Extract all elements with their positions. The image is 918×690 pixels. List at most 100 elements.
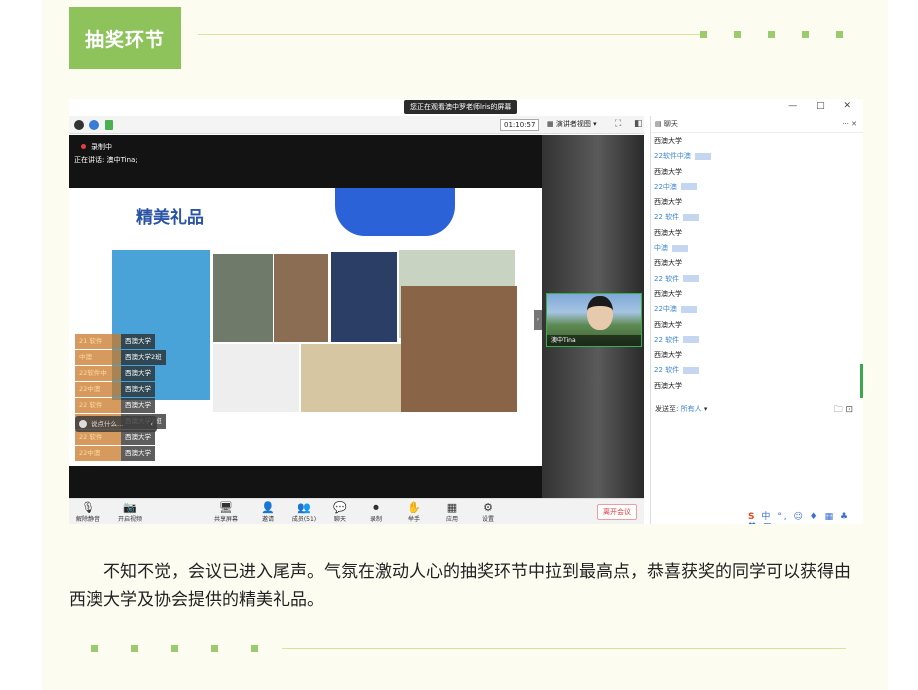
sidebar-toggle-icon[interactable]: ◧ <box>634 119 643 129</box>
overlay-chat-sender: 22软件中 <box>75 366 121 381</box>
speaker-view-dropdown[interactable]: ▦ 演讲者视图 ▾ <box>547 119 597 129</box>
overlay-chat-sender: 22 软件 <box>75 398 121 413</box>
chat-message-text: 西澳大学 <box>654 228 682 237</box>
overlay-chat-row: 22 软件 西澳大学 <box>75 398 205 413</box>
chat-message: 西澳大学 <box>654 195 854 210</box>
chat-message-text: 西澳大学 <box>654 137 682 145</box>
overlay-chat-row: 中澳西澳大学2班 <box>75 350 205 365</box>
overlay-chat-text: 西澳大学 <box>121 334 155 349</box>
decor-square <box>131 645 138 652</box>
chat-panel-title: 聊天 <box>663 120 678 128</box>
redacted-name-block <box>683 213 700 221</box>
chat-panel-controls[interactable]: ··· ✕ <box>842 116 857 133</box>
chat-panel-header: ▤ 聊天 ··· ✕ <box>651 116 863 133</box>
chat-quick-input[interactable]: 说点什么... ‹ <box>75 416 157 432</box>
notebook-blue-image <box>331 252 397 342</box>
chat-message-text: 西澳大学 <box>654 351 682 360</box>
decor-square <box>802 31 809 38</box>
chat-bubble-icon <box>79 420 87 428</box>
participant-avatar <box>587 296 613 330</box>
collapse-strip-button[interactable]: › <box>534 310 542 330</box>
chat-scrollbar[interactable] <box>860 364 863 398</box>
chat-sender-text: 22软件中澳 <box>654 152 691 161</box>
redacted-name-block <box>680 305 697 313</box>
section-title-badge: 抽奖环节 <box>69 7 181 69</box>
footer-divider <box>282 648 846 649</box>
chat-message: 西澳大学 <box>654 318 854 333</box>
chat-message-text: 西澳大学 <box>654 198 682 207</box>
decor-square <box>734 31 741 38</box>
usb-case-image <box>301 344 401 412</box>
chat-message: 西澳大学 <box>654 256 854 271</box>
send-to-value[interactable]: 所有人 <box>681 405 702 413</box>
overlay-chat-row: 21 软件 西澳大学 <box>75 334 205 349</box>
leave-meeting-button[interactable]: 离开会议 <box>597 504 637 520</box>
chat-message-text: 西澳大学 <box>654 259 682 268</box>
slide-title: 精美礼品 <box>136 208 204 228</box>
chat-sender-text: 22 软件 <box>654 213 680 222</box>
chat-message-text: 西澳大学 <box>654 381 682 390</box>
redacted-name-block <box>683 336 700 344</box>
overlay-chat-sender: 22中澳 <box>75 382 121 397</box>
participant-video-tile[interactable]: 澳中Tina <box>546 293 642 347</box>
chat-message-list: 西澳大学 22软件中澳 西澳大学 22中澳 西澳大学 22 软件 西澳大学 中澳 西澳大学 22 … <box>654 134 854 394</box>
redacted-name-block <box>694 152 711 160</box>
overlay-chat-row: 22中澳 西澳大学 <box>75 382 205 397</box>
overlay-chat-text: 西澳大学2班 <box>121 350 166 365</box>
slide-decor-shape <box>335 188 455 236</box>
decor-square <box>836 31 843 38</box>
decor-square <box>251 645 258 652</box>
meeting-screenshot: 您正在观看澳中罗老师lris的屏幕 — □ ✕ 01:10:57 ▦ 演讲者视图… <box>69 99 863 524</box>
decor-square <box>768 31 775 38</box>
chat-icon: ▤ <box>655 120 664 128</box>
overlay-chat-row: 22 软件 西澳大学 <box>75 430 205 445</box>
ime-taskbar[interactable]: S 中 °, ☺ ♦ ▦ ♣ ♥ ▩ <box>748 509 863 524</box>
file-icon[interactable]: 🗀 <box>834 405 843 415</box>
recording-label: 录制中 <box>91 143 112 151</box>
chat-tools[interactable]: 🗀 ⊡ <box>834 402 853 418</box>
overlay-chat-text: 西澳大学 <box>121 430 155 445</box>
overlay-chat-text: 西澳大学 <box>121 398 155 413</box>
redacted-name-block <box>680 183 697 191</box>
decor-square <box>171 645 178 652</box>
ime-taskbar-icons: 中 °, ☺ ♦ ▦ ♣ ♥ ▩ <box>748 512 851 524</box>
participant-name: 澳中Tina <box>547 335 641 346</box>
chat-sender-text: 22 软件 <box>654 274 680 283</box>
chat-message-text: 西澳大学 <box>654 320 682 329</box>
decor-square <box>211 645 218 652</box>
overlay-chat-text: 西澳大学 <box>121 382 155 397</box>
chevron-left-icon[interactable]: ‹ <box>150 416 153 432</box>
chat-sender-text: 22 软件 <box>654 366 680 375</box>
info-icon[interactable] <box>74 120 84 130</box>
chat-message: 西澳大学 <box>654 165 854 180</box>
redacted-name-block <box>683 275 700 283</box>
chat-sender-text: 22中澳 <box>654 305 677 314</box>
shared-screen-stage: 录制中 正在讲话: 澳中Tina; 精美礼品 21 软件 西澳大学 中澳 西澳大学2班… <box>69 135 542 498</box>
send-to-row[interactable]: 发送至: 所有人 ▾ <box>655 404 707 414</box>
signal-icon[interactable] <box>105 120 113 130</box>
chat-sender-text: 中澳 <box>654 244 668 253</box>
fullscreen-icon[interactable]: ⛶ <box>615 119 621 129</box>
screenshot-icon[interactable]: ⊡ <box>845 405 853 415</box>
chat-sender-name: 22中澳 <box>654 180 854 195</box>
end-meeting-wrap: 离开会议 <box>69 498 644 524</box>
shield-icon[interactable] <box>89 120 99 130</box>
notebook-grey-image <box>213 254 273 342</box>
redacted-name-block <box>683 366 700 374</box>
send-to-label: 发送至: <box>655 405 679 413</box>
chat-message: 西澳大学 <box>654 226 854 241</box>
hoodie-image <box>213 344 299 412</box>
overlay-chat-text: 西澳大学 <box>121 366 155 381</box>
recording-indicator: 录制中 <box>81 142 112 152</box>
window-controls[interactable]: — □ ✕ <box>788 101 859 111</box>
chat-sender-name: 中澳 <box>654 241 854 256</box>
record-dot-icon <box>81 144 86 149</box>
chat-sender-name: 22软件中澳 <box>654 149 854 164</box>
danmaku-chat-overlay: 21 软件 西澳大学 中澳 西澳大学2班 22软件中 西澳大学 22中澳 西澳大学 22 软件西… <box>75 334 205 462</box>
overlay-chat-row: 22软件中 西澳大学 <box>75 366 205 381</box>
chat-panel: ▤ 聊天 ··· ✕ 西澳大学 22软件中澳 西澳大学 22中澳 西澳大学 22 软件 西澳… <box>650 116 863 524</box>
overlay-chat-sender: 21 软件 <box>75 334 121 349</box>
ime-logo-icon: S <box>748 512 757 522</box>
redacted-name-block <box>672 244 688 252</box>
chat-message: 西澳大学 <box>654 287 854 302</box>
